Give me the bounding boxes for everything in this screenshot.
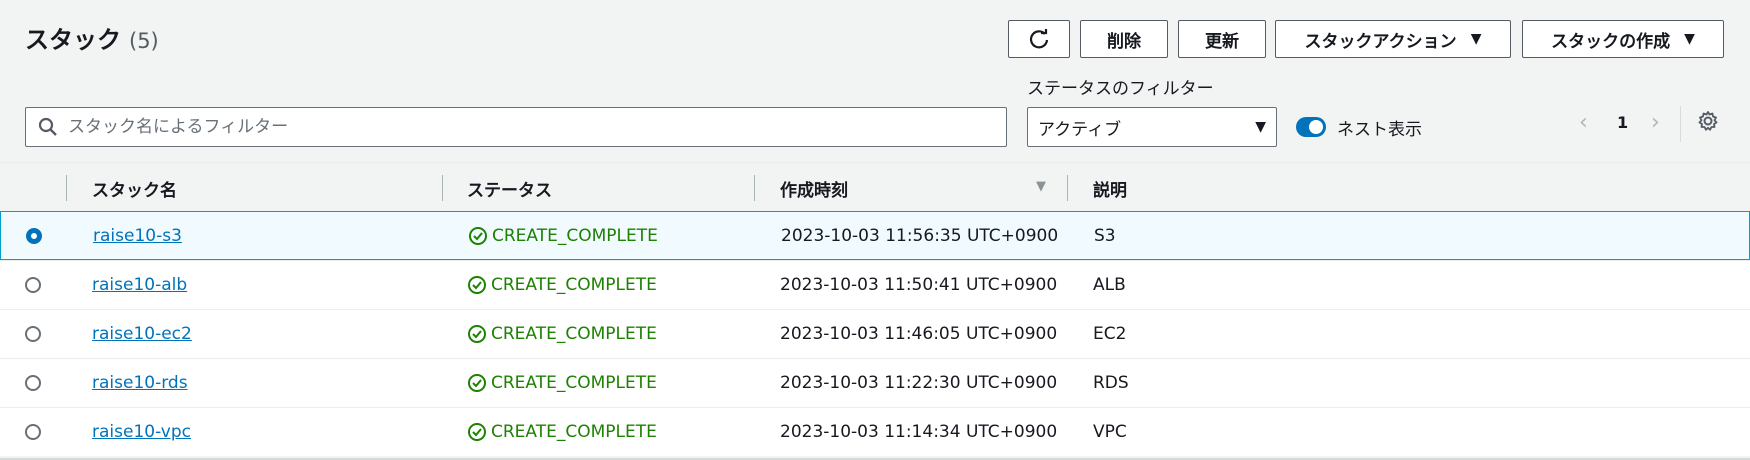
- status-cell: CREATE_COMPLETE: [467, 275, 657, 295]
- column-divider: [66, 175, 67, 201]
- current-page[interactable]: 1: [1617, 113, 1628, 132]
- table-row[interactable]: raise10-rds CREATE_COMPLETE 2023-10-03 1…: [0, 358, 1750, 407]
- stack-name-link[interactable]: raise10-vpc: [92, 422, 191, 442]
- status-text: CREATE_COMPLETE: [491, 422, 657, 442]
- table-row[interactable]: raise10-s3 CREATE_COMPLETE 2023-10-03 11…: [0, 211, 1750, 260]
- update-button-label: 更新: [1205, 31, 1239, 52]
- stack-actions-button[interactable]: スタックアクション ▼: [1275, 20, 1511, 58]
- description: ALB: [1093, 275, 1126, 295]
- success-check-icon: [469, 227, 487, 245]
- divider: [1680, 106, 1681, 142]
- caret-down-icon: ▼: [1470, 31, 1482, 47]
- table-header: スタック名 ステータス 作成時刻 ▼ 説明: [0, 162, 1750, 211]
- created-time: 2023-10-03 11:46:05 UTC+0900: [780, 324, 1058, 344]
- toggle-knob: [1309, 120, 1323, 134]
- stack-name-link[interactable]: raise10-s3: [93, 226, 182, 246]
- column-divider: [754, 175, 755, 201]
- delete-button-label: 削除: [1107, 31, 1141, 52]
- status-text: CREATE_COMPLETE: [491, 275, 657, 295]
- update-button[interactable]: 更新: [1178, 20, 1266, 58]
- page-header: スタック (5): [25, 20, 159, 55]
- status-cell: CREATE_COMPLETE: [467, 422, 657, 442]
- create-stack-button[interactable]: スタックの作成 ▼: [1522, 20, 1724, 58]
- search-box: [25, 107, 1007, 147]
- create-stack-label: スタックの作成: [1551, 31, 1671, 52]
- status-filter-value: アクティブ: [1038, 119, 1122, 140]
- table-row[interactable]: raise10-vpc CREATE_COMPLETE 2023-10-03 1…: [0, 407, 1750, 456]
- status-text: CREATE_COMPLETE: [491, 373, 657, 393]
- table-row[interactable]: raise10-ec2 CREATE_COMPLETE 2023-10-03 1…: [0, 309, 1750, 358]
- success-check-icon: [468, 325, 486, 343]
- status-cell: CREATE_COMPLETE: [467, 324, 657, 344]
- caret-down-icon: ▼: [1255, 119, 1266, 135]
- gear-icon[interactable]: [1697, 110, 1719, 136]
- column-header-created[interactable]: 作成時刻: [780, 176, 848, 201]
- status-cell: CREATE_COMPLETE: [468, 226, 658, 246]
- stack-actions-label: スタックアクション: [1304, 31, 1457, 52]
- table-row[interactable]: raise10-alb CREATE_COMPLETE 2023-10-03 1…: [0, 260, 1750, 309]
- row-select-radio[interactable]: [25, 424, 41, 440]
- created-time: 2023-10-03 11:22:30 UTC+0900: [780, 373, 1058, 393]
- refresh-button[interactable]: [1008, 20, 1070, 58]
- search-input[interactable]: [66, 116, 970, 138]
- status-filter-select[interactable]: アクティブ ▼: [1027, 107, 1277, 147]
- description: VPC: [1093, 422, 1127, 442]
- nested-toggle-label: ネスト表示: [1337, 120, 1422, 140]
- created-time: 2023-10-03 11:50:41 UTC+0900: [780, 275, 1058, 295]
- status-text: CREATE_COMPLETE: [491, 324, 657, 344]
- row-select-radio[interactable]: [25, 277, 41, 293]
- status-filter-label: ステータスのフィルター: [1027, 79, 1214, 99]
- description: S3: [1094, 226, 1116, 246]
- column-header-status[interactable]: ステータス: [467, 176, 552, 201]
- success-check-icon: [468, 276, 486, 294]
- row-select-radio[interactable]: [25, 326, 41, 342]
- status-cell: CREATE_COMPLETE: [467, 373, 657, 393]
- page-title: スタック: [25, 26, 121, 54]
- delete-button[interactable]: 削除: [1080, 20, 1168, 58]
- sort-descending-icon[interactable]: ▼: [1036, 179, 1046, 194]
- stacks-table: スタック名 ステータス 作成時刻 ▼ 説明 raise10-s3 CREATE_…: [0, 162, 1750, 456]
- stack-name-link[interactable]: raise10-rds: [92, 373, 188, 393]
- nested-toggle[interactable]: [1296, 117, 1326, 137]
- column-header-description[interactable]: 説明: [1093, 176, 1127, 201]
- created-time: 2023-10-03 11:56:35 UTC+0900: [781, 226, 1059, 246]
- success-check-icon: [468, 423, 486, 441]
- refresh-icon: [1029, 29, 1049, 49]
- row-select-radio[interactable]: [25, 375, 41, 391]
- row-select-radio[interactable]: [26, 228, 42, 244]
- column-divider: [1067, 175, 1068, 201]
- description: RDS: [1093, 373, 1129, 393]
- table-body: raise10-s3 CREATE_COMPLETE 2023-10-03 11…: [0, 211, 1750, 456]
- status-text: CREATE_COMPLETE: [492, 226, 658, 246]
- column-header-name[interactable]: スタック名: [92, 176, 177, 201]
- stack-name-link[interactable]: raise10-alb: [92, 275, 187, 295]
- created-time: 2023-10-03 11:14:34 UTC+0900: [780, 422, 1058, 442]
- stack-name-link[interactable]: raise10-ec2: [92, 324, 192, 344]
- chevron-left-icon[interactable]: ‹: [1579, 110, 1588, 135]
- caret-down-icon: ▼: [1684, 31, 1695, 47]
- search-icon: [38, 117, 58, 137]
- success-check-icon: [468, 374, 486, 392]
- description: EC2: [1093, 324, 1127, 344]
- column-divider: [442, 175, 443, 201]
- stack-count: (5): [129, 29, 159, 53]
- chevron-right-icon[interactable]: ›: [1651, 110, 1660, 135]
